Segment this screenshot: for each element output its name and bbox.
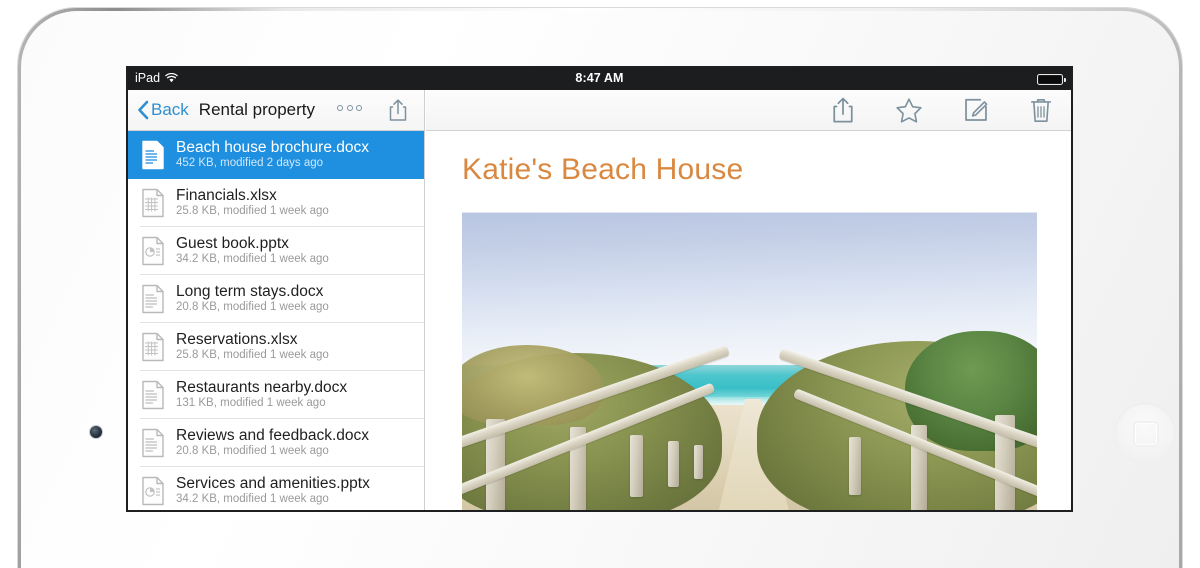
file-list-item[interactable]: Long term stays.docx 20.8 KB, modified 1… (128, 275, 424, 323)
toolbar-actions (831, 90, 1053, 130)
front-camera-icon (90, 426, 102, 438)
file-meta: 25.8 KB, modified 1 week ago (176, 205, 329, 217)
file-name: Reviews and feedback.docx (176, 427, 370, 444)
file-name: Services and amenities.pptx (176, 475, 370, 492)
file-meta: 20.8 KB, modified 1 week ago (176, 301, 329, 313)
document-preview-pane: Katie's Beach House (426, 90, 1071, 510)
word-document-icon (140, 284, 166, 314)
document-body: Katie's Beach House (426, 131, 1071, 510)
file-meta: 34.2 KB, modified 1 week ago (176, 253, 329, 265)
more-options-icon[interactable] (337, 105, 362, 111)
edit-pencil-icon[interactable] (963, 97, 989, 123)
word-document-icon (140, 428, 166, 458)
back-button-label: Back (151, 100, 189, 119)
battery-icon (1037, 74, 1066, 85)
file-name: Restaurants nearby.docx (176, 379, 348, 396)
share-icon[interactable] (388, 98, 408, 127)
excel-spreadsheet-icon (140, 188, 166, 218)
back-button[interactable]: Back (137, 100, 189, 120)
photo-fence-post (668, 441, 679, 487)
home-button-square-icon (1133, 421, 1159, 447)
document-toolbar (426, 90, 1071, 131)
file-name: Beach house brochure.docx (176, 139, 370, 156)
folder-title: Rental property (198, 100, 316, 119)
share-icon[interactable] (831, 96, 855, 124)
file-list-item[interactable]: Beach house brochure.docx 452 KB, modifi… (128, 131, 424, 179)
file-list-item[interactable]: Guest book.pptx 34.2 KB, modified 1 week… (128, 227, 424, 275)
file-browser-sidebar: Back Rental property Beach house brochur… (128, 90, 425, 510)
ipad-screen: iPad 8:47 AM Back Rental property Beach … (128, 68, 1071, 510)
powerpoint-presentation-icon (140, 476, 166, 506)
battery-fill (1039, 76, 1061, 83)
chevron-left-icon (137, 100, 149, 120)
file-meta: 20.8 KB, modified 1 week ago (176, 445, 329, 457)
status-bar-clock: 8:47 AM (575, 71, 624, 85)
word-document-icon (140, 380, 166, 410)
file-meta: 34.2 KB, modified 1 week ago (176, 493, 329, 505)
file-name: Reservations.xlsx (176, 331, 298, 348)
word-document-icon (140, 140, 166, 170)
page-title: Katie's Beach House (462, 153, 744, 186)
file-list-item[interactable]: Financials.xlsx 25.8 KB, modified 1 week… (128, 179, 424, 227)
file-list-item[interactable]: Reviews and feedback.docx 20.8 KB, modif… (128, 419, 424, 467)
file-name: Guest book.pptx (176, 235, 289, 252)
beach-path-photo (462, 212, 1037, 510)
photo-fence-post (849, 437, 861, 495)
file-name: Long term stays.docx (176, 283, 324, 300)
star-icon[interactable] (895, 97, 923, 124)
file-list-item[interactable]: Reservations.xlsx 25.8 KB, modified 1 we… (128, 323, 424, 371)
file-list-item[interactable]: Services and amenities.pptx 34.2 KB, mod… (128, 467, 424, 510)
file-name: Financials.xlsx (176, 187, 277, 204)
file-meta: 452 KB, modified 2 days ago (176, 157, 324, 169)
home-button[interactable] (1115, 403, 1175, 463)
trash-icon[interactable] (1029, 97, 1053, 124)
file-list-item[interactable]: Restaurants nearby.docx 131 KB, modified… (128, 371, 424, 419)
powerpoint-presentation-icon (140, 236, 166, 266)
file-meta: 131 KB, modified 1 week ago (176, 397, 326, 409)
photo-fence-post (630, 435, 643, 497)
status-bar: iPad 8:47 AM (128, 68, 1071, 90)
file-list: Beach house brochure.docx 452 KB, modifi… (128, 131, 424, 510)
file-meta: 25.8 KB, modified 1 week ago (176, 349, 329, 361)
photo-fence-post (694, 445, 703, 479)
sidebar-navigation-bar: Back Rental property (128, 90, 424, 131)
excel-spreadsheet-icon (140, 332, 166, 362)
